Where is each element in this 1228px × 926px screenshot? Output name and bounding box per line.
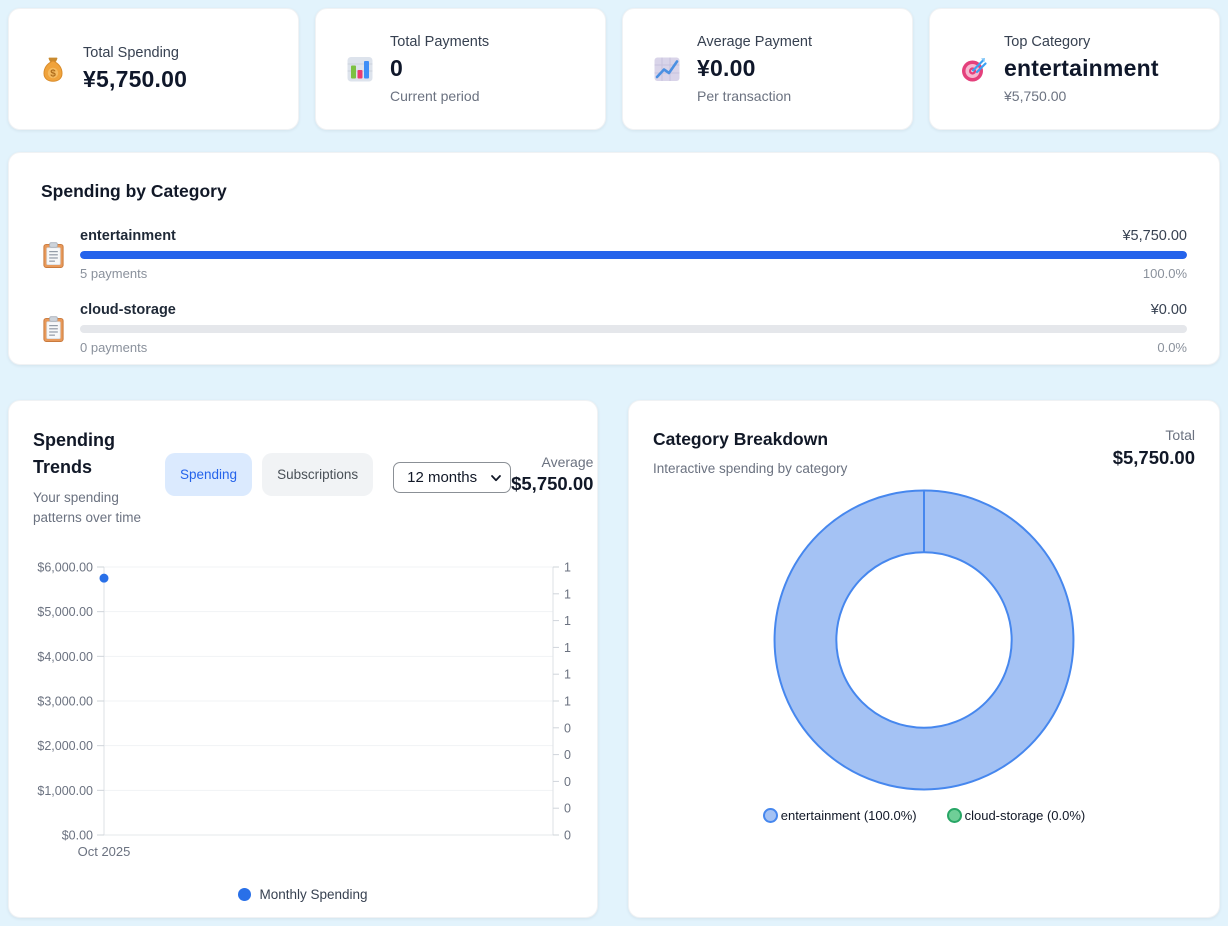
category-progress-fill <box>80 251 1187 259</box>
svg-text:0: 0 <box>564 802 571 816</box>
svg-text:$5,000.00: $5,000.00 <box>37 605 93 619</box>
legend-label: cloud-storage (0.0%) <box>965 808 1086 823</box>
category-amount: ¥5,750.00 <box>1122 228 1187 244</box>
trends-tabs: Spending Subscriptions <box>165 453 373 496</box>
breakdown-subtitle: Interactive spending by category <box>653 461 847 476</box>
stat-card-total-spending: $ Total Spending ¥5,750.00 <box>8 8 299 130</box>
category-rows: entertainment ¥5,750.00 5 payments 100.0… <box>41 228 1187 355</box>
category-progress-track <box>80 251 1187 259</box>
spending-trends-card: Spending Trends Your spending patterns o… <box>8 400 598 918</box>
svg-text:1: 1 <box>564 614 571 628</box>
svg-text:$3,000.00: $3,000.00 <box>37 695 93 709</box>
legend-label: entertainment (100.0%) <box>781 808 917 823</box>
category-content: cloud-storage ¥0.00 0 payments 0.0% <box>80 302 1187 355</box>
stats-row: $ Total Spending ¥5,750.00 <box>8 8 1220 130</box>
svg-text:$4,000.00: $4,000.00 <box>37 650 93 664</box>
chart-increasing-icon <box>653 55 681 83</box>
category-name: entertainment <box>80 228 176 244</box>
stat-sub: Current period <box>390 88 489 104</box>
svg-text:$2,000.00: $2,000.00 <box>37 739 93 753</box>
svg-text:1: 1 <box>564 641 571 655</box>
tab-subscriptions[interactable]: Subscriptions <box>262 453 373 496</box>
trend-chart[interactable]: $6,000.00 $5,000.00 $4,000.00 $3,000.00 $2,0… <box>33 555 573 863</box>
stat-card-total-payments: Total Payments 0 Current period <box>315 8 606 130</box>
tab-spending[interactable]: Spending <box>165 453 252 496</box>
average-block: Average $5,750.00 <box>511 454 593 495</box>
period-select[interactable]: 12 months <box>393 462 511 493</box>
spending-by-category-card: Spending by Category ent <box>8 152 1220 365</box>
stat-sub: ¥5,750.00 <box>1004 88 1159 104</box>
total-label: Total <box>1113 427 1195 443</box>
stat-card-average-payment: Average Payment ¥0.00 Per transaction <box>622 8 913 130</box>
stat-label: Total Payments <box>390 34 489 50</box>
trends-titleblock: Spending Trends Your spending patterns o… <box>33 425 165 527</box>
clipboard-icon <box>41 241 66 269</box>
stat-value: entertainment <box>1004 55 1159 82</box>
stat-value: ¥0.00 <box>697 55 812 82</box>
legend-swatch <box>947 808 962 823</box>
stat-value: 0 <box>390 55 489 82</box>
stat-text: Total Spending ¥5,750.00 <box>83 45 187 93</box>
target-icon <box>960 55 988 83</box>
breakdown-title: Category Breakdown <box>653 429 847 450</box>
svg-text:1: 1 <box>564 668 571 682</box>
svg-text:$6,000.00: $6,000.00 <box>37 561 93 575</box>
svg-text:1: 1 <box>564 587 571 601</box>
svg-text:0: 0 <box>564 721 571 735</box>
stat-text: Average Payment ¥0.00 Per transaction <box>697 34 812 104</box>
stat-label: Average Payment <box>697 34 812 50</box>
average-label: Average <box>511 454 593 470</box>
total-value: $5,750.00 <box>1113 447 1195 469</box>
category-content: entertainment ¥5,750.00 5 payments 100.0… <box>80 228 1187 281</box>
svg-text:0: 0 <box>564 829 571 843</box>
dashboard-page: $ Total Spending ¥5,750.00 <box>0 0 1228 926</box>
svg-text:$1,000.00: $1,000.00 <box>37 784 93 798</box>
stat-text: Total Payments 0 Current period <box>390 34 489 104</box>
category-breakdown-card: Category Breakdown Interactive spending … <box>628 400 1220 918</box>
total-block: Total $5,750.00 <box>1113 425 1195 469</box>
period-select-wrap: 12 months <box>393 462 511 493</box>
svg-text:0: 0 <box>564 775 571 789</box>
category-percent: 100.0% <box>1143 266 1187 281</box>
trends-subtitle: Your spending patterns over time <box>33 488 158 527</box>
category-progress-track <box>80 325 1187 333</box>
money-bag-icon: $ <box>39 55 67 83</box>
trends-header: Spending Trends Your spending patterns o… <box>33 425 573 527</box>
stat-label: Top Category <box>1004 34 1159 50</box>
trend-legend-label: Monthly Spending <box>259 887 367 902</box>
breakdown-legend: entertainment (100.0%) cloud-storage (0.… <box>653 808 1195 823</box>
category-payments: 5 payments <box>80 266 147 281</box>
category-payments: 0 payments <box>80 340 147 355</box>
monthly-spending-dot <box>238 888 251 901</box>
stat-value: ¥5,750.00 <box>83 66 187 93</box>
clipboard-icon <box>41 315 66 343</box>
section-title: Spending by Category <box>41 181 1187 202</box>
svg-text:1: 1 <box>564 561 571 575</box>
category-amount: ¥0.00 <box>1151 302 1187 318</box>
average-value: $5,750.00 <box>511 473 593 495</box>
svg-text:Oct 2025: Oct 2025 <box>78 844 131 858</box>
stat-card-top-category: Top Category entertainment ¥5,750.00 <box>929 8 1220 130</box>
category-row-entertainment: entertainment ¥5,750.00 5 payments 100.0… <box>41 228 1187 281</box>
svg-text:$0.00: $0.00 <box>62 829 93 843</box>
legend-swatch <box>763 808 778 823</box>
stat-label: Total Spending <box>83 45 187 61</box>
donut-chart[interactable] <box>653 478 1195 802</box>
svg-text:1: 1 <box>564 695 571 709</box>
category-row-cloud-storage: cloud-storage ¥0.00 0 payments 0.0% <box>41 302 1187 355</box>
svg-text:$: $ <box>50 69 56 80</box>
category-name: cloud-storage <box>80 302 176 318</box>
legend-item-entertainment[interactable]: entertainment (100.0%) <box>763 808 917 823</box>
legend-item-cloud-storage[interactable]: cloud-storage (0.0%) <box>947 808 1086 823</box>
trend-legend-item[interactable]: Monthly Spending <box>33 887 573 902</box>
svg-text:0: 0 <box>564 748 571 762</box>
trends-title: Spending Trends <box>33 427 165 481</box>
bottom-row: Spending Trends Your spending patterns o… <box>8 400 1220 918</box>
stat-text: Top Category entertainment ¥5,750.00 <box>1004 34 1159 104</box>
breakdown-titleblock: Category Breakdown Interactive spending … <box>653 425 847 476</box>
breakdown-header: Category Breakdown Interactive spending … <box>653 425 1195 476</box>
stat-sub: Per transaction <box>697 88 812 104</box>
category-percent: 0.0% <box>1157 340 1187 355</box>
bar-chart-icon <box>346 55 374 83</box>
